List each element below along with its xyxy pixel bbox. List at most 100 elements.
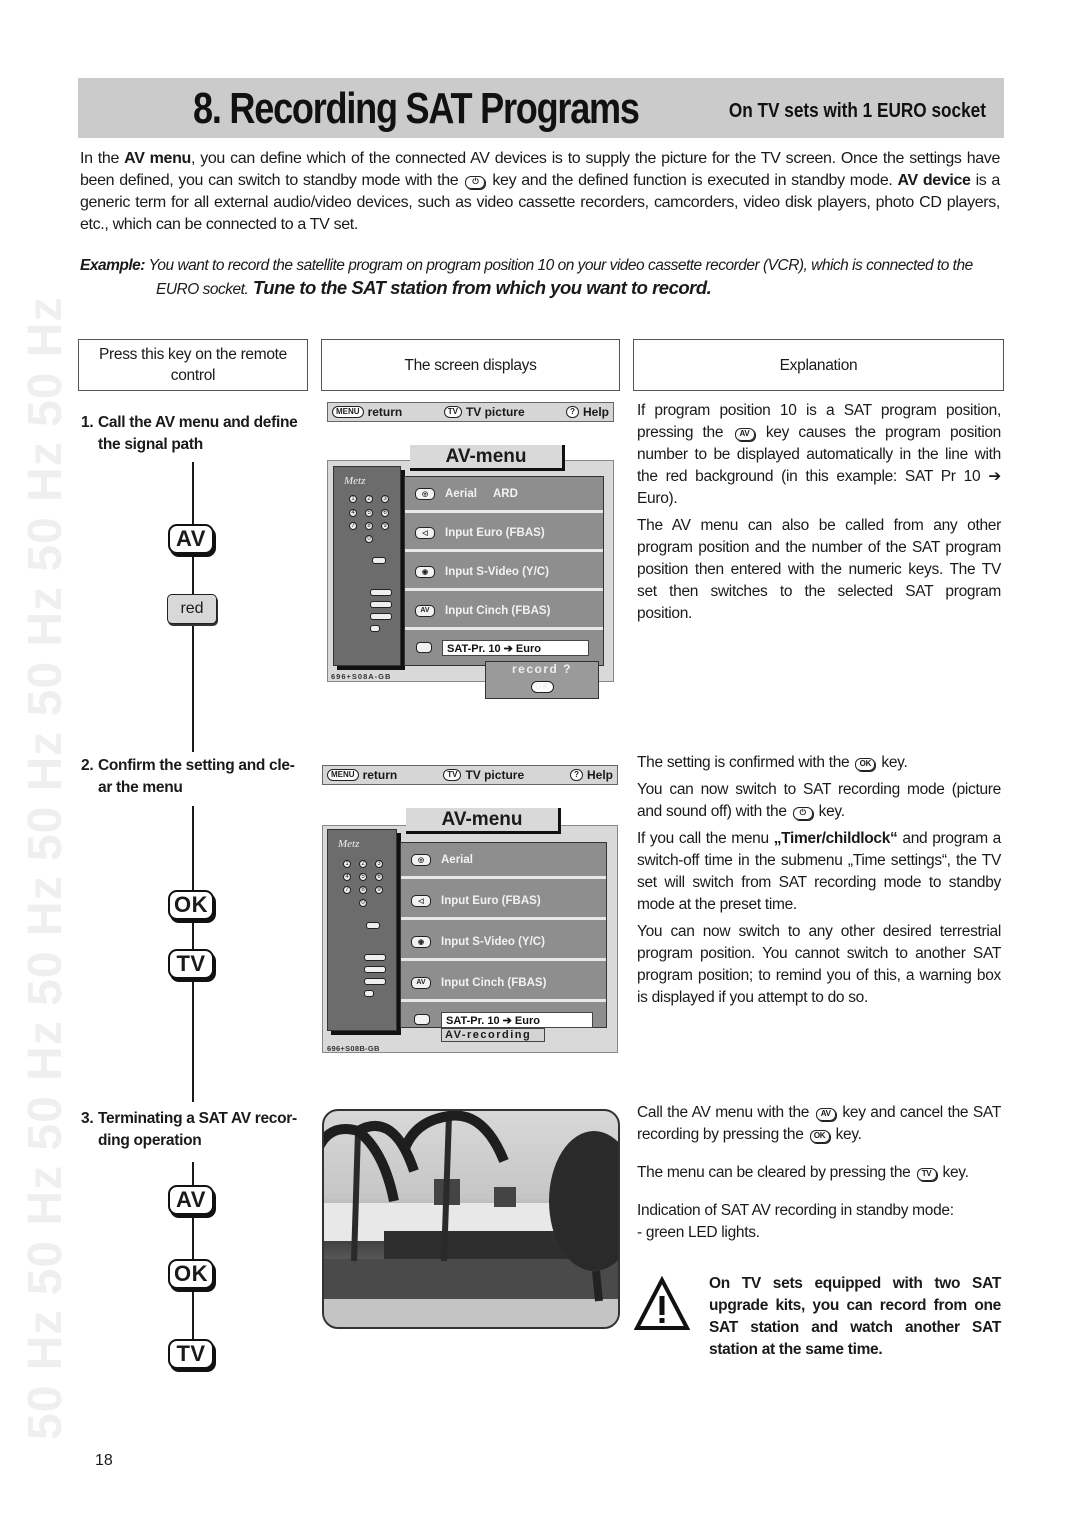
menu-title: AV-menu <box>410 445 565 471</box>
power-icon: ⏻ <box>465 175 486 189</box>
intro-bold-av-menu: AV menu <box>124 150 191 167</box>
digit-key: 4 <box>349 509 357 517</box>
menu-row-aerial[interactable]: ◎ Aerial <box>401 843 606 879</box>
screen-topbar: MENU return TV TV picture ? Help <box>322 765 618 785</box>
remote-button <box>364 954 386 961</box>
remote-control-illustration: Metz 123 456 789 0 <box>327 829 397 1031</box>
digit-key: 7 <box>343 886 351 894</box>
digit-key: 3 <box>381 495 389 503</box>
palm-ship-scene <box>324 1111 618 1327</box>
example-instruction: Tune to the SAT station from which you w… <box>248 277 712 298</box>
explanation-paragraph: - green LED lights. <box>637 1224 760 1241</box>
digit-key: 8 <box>359 886 367 894</box>
digit-key: 2 <box>365 495 373 503</box>
menu-key-icon: MENU <box>327 769 359 781</box>
row-label: Input Cinch (FBAS) <box>441 976 547 989</box>
help-label: Help <box>582 405 609 419</box>
av-icon: AV <box>415 604 435 617</box>
remote-control-illustration: Metz 123 456 789 0 <box>333 466 401 666</box>
row-label: Aerial <box>441 853 473 866</box>
row-value: ARD <box>492 487 518 500</box>
menu-row-input-svideo[interactable]: ◉ Input S-Video (Y/C) <box>401 925 606 961</box>
ok-key[interactable]: OK <box>168 1259 214 1289</box>
step-title-line: Terminating a SAT AV recor- <box>98 1110 297 1127</box>
step-title-line: the signal path <box>98 436 203 453</box>
row-label: Input Euro (FBAS) <box>445 526 545 539</box>
ok-key[interactable]: OK <box>168 890 214 920</box>
digit-key: 4 <box>343 873 351 881</box>
remote-button <box>370 613 392 620</box>
menu-row-aerial[interactable]: ◎ Aerial ARD <box>405 477 603 513</box>
step-number: 2. <box>81 757 94 774</box>
menu-row-input-cinch[interactable]: AV Input Cinch (FBAS) <box>401 966 606 1002</box>
help-key-icon: ? <box>570 769 583 781</box>
explanation-paragraph: Indication of SAT AV recording in standb… <box>637 1202 954 1219</box>
menu-key-icon: MENU <box>332 406 364 418</box>
red-key[interactable]: red <box>167 594 217 624</box>
record-prompt: record ? <box>511 662 572 676</box>
explanation-paragraph: The AV menu can also be called from any … <box>637 517 1001 622</box>
remote-button <box>364 978 386 985</box>
page-number: 18 <box>95 1452 113 1469</box>
step-2-explanation: The setting is confirmed with the OK key… <box>637 752 1001 1014</box>
red-button-icon <box>416 642 432 653</box>
step-title-line: Call the AV menu and define <box>98 414 298 431</box>
return-label: return <box>367 405 403 419</box>
tv-picture-label: TV picture <box>465 405 525 419</box>
tv-key-icon: TV <box>443 769 462 781</box>
aerial-icon: ◎ <box>415 487 435 500</box>
page-title: 8. Recording SAT Programs <box>193 84 640 133</box>
ok-key-icon: OK <box>809 1129 830 1143</box>
digit-key: 6 <box>381 509 389 517</box>
step-number: 3. <box>81 1110 94 1127</box>
digit-key: 0 <box>359 899 367 907</box>
tv-key[interactable]: TV <box>168 949 214 979</box>
row-label: Input S-Video (Y/C) <box>445 565 549 578</box>
av-key[interactable]: AV <box>168 1185 214 1215</box>
record-confirm-popup: record ? OK <box>485 661 599 699</box>
explanation-paragraph: You can now switch to SAT recording mode… <box>637 779 1001 823</box>
euro-scart-icon: ◁ <box>411 894 431 907</box>
tv-key[interactable]: TV <box>168 1339 214 1369</box>
ok-key-small <box>372 557 386 564</box>
digit-key: 1 <box>343 860 351 868</box>
remote-button <box>370 601 392 608</box>
tv-picture-label: TV picture <box>465 768 525 782</box>
standby-key-icon: ⏻ <box>792 806 813 820</box>
digit-key: 0 <box>365 535 373 543</box>
step-3-explanation: Call the AV menu with the AV key and can… <box>637 1102 1001 1249</box>
example-text: You want to record the satellite program… <box>144 257 973 274</box>
example-label: Example: <box>80 257 145 274</box>
step-title-line: ding operation <box>98 1132 202 1149</box>
digit-key: 3 <box>375 860 383 868</box>
menu-row-input-euro[interactable]: ◁ Input Euro (FBAS) <box>401 884 606 920</box>
red-button-icon <box>414 1014 430 1025</box>
av-menu-panel: ◎ Aerial ARD ◁ Input Euro (FBAS) ◉ Input S-V… <box>404 476 604 666</box>
metz-logo: Metz <box>344 475 366 487</box>
ok-key-icon[interactable]: OK <box>531 681 554 693</box>
av-key[interactable]: AV <box>168 524 214 554</box>
menu-row-input-cinch[interactable]: AV Input Cinch (FBAS) <box>405 594 603 630</box>
step-1-title: 1. Call the AV menu and define the signal… <box>81 412 306 456</box>
explanation-paragraph: If you call the menu „Timer/childlock“ a… <box>637 828 1001 916</box>
row-label: Aerial <box>445 487 477 500</box>
text: key. <box>877 754 908 771</box>
remote-button <box>364 990 374 997</box>
bushes <box>324 1259 618 1299</box>
menu-row-input-euro[interactable]: ◁ Input Euro (FBAS) <box>405 516 603 552</box>
explanation-paragraph: The setting is confirmed with the OK key… <box>637 752 1001 774</box>
digit-key: 2 <box>359 860 367 868</box>
text: key. <box>814 803 845 820</box>
ok-key-small <box>366 922 380 929</box>
svideo-icon: ◉ <box>415 565 435 578</box>
sat-program-line: SAT-Pr. 10 ➔ Euro <box>441 1012 593 1028</box>
row-label: Input Cinch (FBAS) <box>445 604 551 617</box>
menu-row-input-svideo[interactable]: ◉ Input S-Video (Y/C) <box>405 555 603 591</box>
digit-key: 5 <box>365 509 373 517</box>
tv-key-icon: TV <box>916 1167 937 1181</box>
example-block: Example: You want to record the satellit… <box>80 255 1000 301</box>
digit-key: 8 <box>365 522 373 530</box>
palm-leaves <box>324 1121 419 1202</box>
av-menu-panel: ◎ Aerial ◁ Input Euro (FBAS) ◉ Input S-Vide… <box>400 842 607 1028</box>
step-3-title: 3. Terminating a SAT AV recor- ding opera… <box>81 1108 306 1152</box>
